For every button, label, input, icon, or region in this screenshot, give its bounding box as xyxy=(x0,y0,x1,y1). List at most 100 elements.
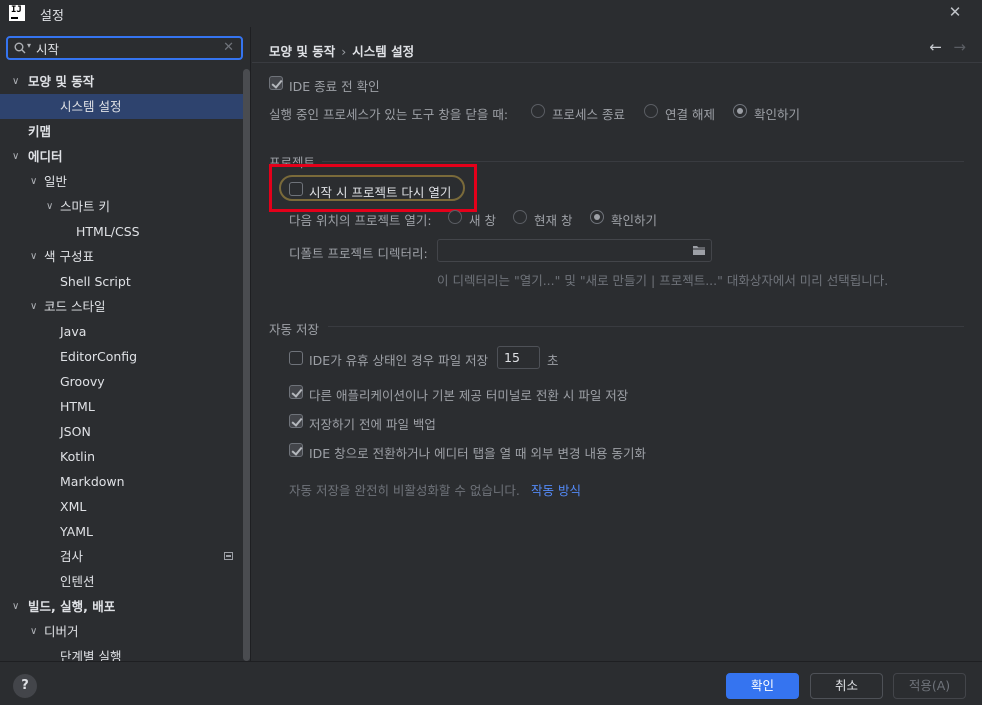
chevron-down-icon[interactable]: ∨ xyxy=(30,169,42,194)
sync-external-label: IDE 창으로 전환하거나 에디터 탭을 열 때 외부 변경 내용 동기화 xyxy=(309,446,646,461)
idle-seconds-unit: 초 xyxy=(547,353,559,368)
tree-item[interactable]: ∨ 빌드, 실행, 배포 xyxy=(0,594,250,619)
close-icon[interactable]: ✕ xyxy=(946,3,964,21)
search-history-chevron-icon[interactable]: ▾ xyxy=(27,41,31,50)
tree-item[interactable]: ∨ 디버거 xyxy=(0,619,250,644)
confirm-exit-checkbox[interactable] xyxy=(269,76,283,90)
tree-item[interactable]: 시스템 설정 xyxy=(0,94,250,119)
clear-search-icon[interactable]: ✕ xyxy=(223,40,234,56)
radio-new-window-label: 새 창 xyxy=(469,213,496,228)
tree-item-label: EditorConfig xyxy=(60,349,138,364)
tree-item[interactable]: ∨ 에디터 xyxy=(0,144,250,169)
window-title: 설정 xyxy=(40,9,64,24)
settings-search-box[interactable]: ▾ ✕ xyxy=(6,36,243,60)
frame-deactivate-save-label: 다른 애플리케이션이나 기본 제공 터미널로 전환 시 파일 저장 xyxy=(309,388,629,403)
tree-item[interactable]: ∨ 색 구성표 xyxy=(0,244,250,269)
breadcrumb-separator: › xyxy=(341,44,347,59)
tree-item-label: Kotlin xyxy=(60,449,95,464)
radio-ask-open[interactable] xyxy=(590,210,604,224)
tree-item[interactable]: Markdown xyxy=(0,469,250,494)
sidebar-scrollbar[interactable] xyxy=(243,69,250,661)
title-bar: IJ 설정 ✕ xyxy=(0,0,982,27)
forward-arrow-icon[interactable]: → xyxy=(953,38,966,56)
autosave-section-title: 자동 저장 xyxy=(269,322,319,337)
tree-item[interactable]: ∨ 모양 및 동작 xyxy=(0,69,250,94)
cancel-button[interactable]: 취소 xyxy=(810,673,883,699)
tree-item[interactable]: Java xyxy=(0,319,250,344)
folder-icon[interactable] xyxy=(692,244,706,256)
tree-item[interactable]: YAML xyxy=(0,519,250,544)
tree-item-label: Java xyxy=(60,324,87,339)
tree-item-label: XML xyxy=(60,499,87,514)
radio-ask-open-label: 확인하기 xyxy=(611,213,658,228)
apply-button[interactable]: 적용(A) xyxy=(893,673,966,699)
sync-external-checkbox[interactable] xyxy=(289,443,303,457)
backup-before-save-checkbox[interactable] xyxy=(289,414,303,428)
tree-item-label: JSON xyxy=(60,424,91,439)
tree-item[interactable]: Groovy xyxy=(0,369,250,394)
tree-item[interactable]: ∨ 일반 xyxy=(0,169,250,194)
chevron-down-icon[interactable]: ∨ xyxy=(12,69,24,94)
idle-seconds-field[interactable]: 15 xyxy=(497,346,540,369)
tree-item[interactable]: ∨ 코드 스타일 xyxy=(0,294,250,319)
settings-tree: ∨ 모양 및 동작 시스템 설정 키맵 ∨ 에디터 ∨ 일반 ∨ 스마트 키 HTML/CSS ∨ 색 … xyxy=(0,69,250,661)
tree-item-label: 디버거 xyxy=(44,624,79,639)
radio-disconnect-label: 연결 해제 xyxy=(665,107,715,122)
tree-item-label: HTML xyxy=(60,399,95,414)
ok-button[interactable]: 확인 xyxy=(726,673,799,699)
search-icon[interactable] xyxy=(14,42,26,55)
highlight-box xyxy=(269,164,477,212)
settings-sidebar: ▾ ✕ ∨모양 및 동작시스템 설정키맵∨에디터∨일반∨스마트 키HTML/CS… xyxy=(0,27,251,661)
tree-item[interactable]: EditorConfig xyxy=(0,344,250,369)
content-header: 모양 및 동작 › 시스템 설정 ← → xyxy=(252,27,982,63)
tree-item-label: Shell Script xyxy=(60,274,131,289)
chevron-down-icon[interactable]: ∨ xyxy=(30,294,42,319)
tree-item[interactable]: 검사 xyxy=(0,544,250,569)
tree-item[interactable]: Kotlin xyxy=(0,444,250,469)
chevron-down-icon[interactable]: ∨ xyxy=(12,594,24,619)
how-it-works-link[interactable]: 작동 방식 xyxy=(531,480,581,499)
chevron-down-icon[interactable]: ∨ xyxy=(46,194,58,219)
autosave-section-divider xyxy=(328,326,964,327)
tree-item[interactable]: ∨ 스마트 키 xyxy=(0,194,250,219)
intellij-logo-icon: IJ xyxy=(9,5,25,21)
tree-item[interactable]: Shell Script xyxy=(0,269,250,294)
settings-content: 모양 및 동작 › 시스템 설정 ← → IDE 종료 전 확인 실행 중인 프로세… xyxy=(252,27,982,661)
tree-item[interactable]: HTML/CSS xyxy=(0,219,250,244)
radio-current-window[interactable] xyxy=(513,210,527,224)
radio-ask-close[interactable] xyxy=(733,104,747,118)
tree-item[interactable]: 단계별 실행 xyxy=(0,644,250,661)
radio-terminate-process-label: 프로세스 종료 xyxy=(552,107,625,122)
breadcrumb-parent[interactable]: 모양 및 동작 xyxy=(269,44,335,59)
radio-disconnect[interactable] xyxy=(644,104,658,118)
tree-item[interactable]: 키맵 xyxy=(0,119,250,144)
tree-item-label: HTML/CSS xyxy=(76,224,140,239)
default-dir-hint: 이 디렉터리는 "열기..." 및 "새로 만들기 | 프로젝트..." 대화상… xyxy=(437,273,889,288)
idle-save-checkbox[interactable] xyxy=(289,351,303,365)
dialog-footer: ? 확인 취소 적용(A) xyxy=(0,661,982,705)
tree-item-label: 빌드, 실행, 배포 xyxy=(28,599,116,614)
tree-item[interactable]: 인텐션 xyxy=(0,569,250,594)
tree-item-label: 색 구성표 xyxy=(44,249,94,264)
tree-item-label: Groovy xyxy=(60,374,105,389)
radio-ask-close-label: 확인하기 xyxy=(754,107,801,122)
chevron-down-icon[interactable]: ∨ xyxy=(12,144,24,169)
chevron-down-icon[interactable]: ∨ xyxy=(30,619,42,644)
search-input[interactable] xyxy=(36,40,216,56)
tree-item[interactable]: JSON xyxy=(0,419,250,444)
tree-item-label: 키맵 xyxy=(28,124,52,139)
tree-item[interactable]: XML xyxy=(0,494,250,519)
back-arrow-icon[interactable]: ← xyxy=(929,38,942,56)
radio-terminate-process[interactable] xyxy=(531,104,545,118)
breadcrumb: 모양 및 동작 › 시스템 설정 xyxy=(269,41,414,60)
chevron-down-icon[interactable]: ∨ xyxy=(30,244,42,269)
default-dir-field[interactable] xyxy=(437,239,712,262)
tree-item-label: 시스템 설정 xyxy=(60,99,122,114)
project-section-divider xyxy=(322,161,964,162)
radio-new-window[interactable] xyxy=(448,210,462,224)
tree-item[interactable]: HTML xyxy=(0,394,250,419)
help-button[interactable]: ? xyxy=(13,674,37,698)
confirm-exit-label: IDE 종료 전 확인 xyxy=(289,79,380,94)
frame-deactivate-save-checkbox[interactable] xyxy=(289,385,303,399)
tree-item-label: 스마트 키 xyxy=(60,199,110,214)
